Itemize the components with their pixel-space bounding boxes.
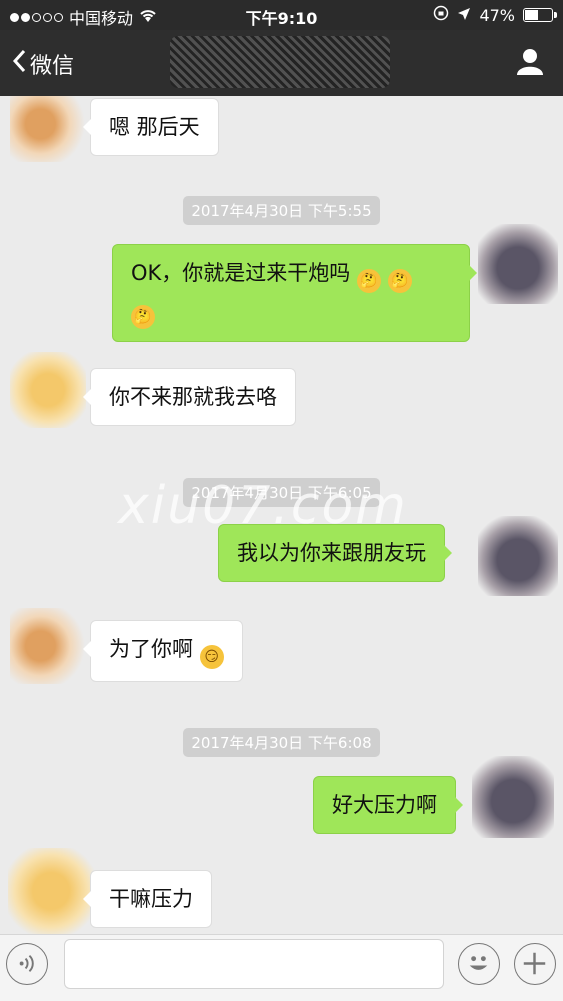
location-icon bbox=[457, 6, 471, 25]
back-chevron-icon bbox=[12, 49, 26, 79]
thinking-emoji-icon: 🤔 bbox=[131, 305, 155, 329]
battery-percent: 47% bbox=[479, 5, 515, 25]
voice-button[interactable] bbox=[6, 943, 48, 985]
message-left[interactable]: 为了你啊 😏 bbox=[83, 620, 243, 682]
message-right[interactable]: OK，你就是过来干炮吗 🤔 🤔 🤔 bbox=[112, 244, 477, 342]
emoji-button[interactable] bbox=[458, 943, 500, 985]
battery-icon bbox=[523, 8, 557, 22]
contact-avatar[interactable] bbox=[8, 848, 94, 934]
message-text: OK，你就是过来干炮吗 bbox=[131, 261, 351, 285]
nav-bar: 微信 bbox=[0, 30, 563, 96]
thinking-emoji-icon: 🤔 bbox=[357, 269, 381, 293]
profile-icon bbox=[515, 49, 545, 80]
self-avatar[interactable] bbox=[478, 516, 558, 596]
self-avatar[interactable] bbox=[478, 224, 558, 304]
watermark: xiu07.com bbox=[118, 476, 408, 536]
contact-name-redacted bbox=[170, 36, 390, 88]
plus-icon bbox=[515, 952, 554, 987]
chat-area[interactable]: 嗯 那后天 2017年4月30日 下午5:55 OK，你就是过来干炮吗 🤔 🤔 … bbox=[0, 96, 563, 934]
thinking-emoji-icon: 🤔 bbox=[387, 269, 412, 293]
message-left[interactable]: 干嘛压力 bbox=[83, 870, 212, 928]
status-bar: 中国移动 下午9:10 47% bbox=[0, 0, 563, 30]
message-left[interactable]: 你不来那就我去咯 bbox=[83, 368, 296, 426]
timestamp: 2017年4月30日 下午6:08 bbox=[0, 728, 563, 757]
contact-avatar[interactable] bbox=[10, 608, 86, 684]
message-right[interactable]: 好大压力啊 bbox=[313, 776, 463, 834]
more-button[interactable] bbox=[514, 943, 556, 985]
message-input[interactable] bbox=[64, 939, 444, 989]
contact-avatar[interactable] bbox=[10, 352, 86, 428]
timestamp: 2017年4月30日 下午5:55 bbox=[0, 196, 563, 225]
back-label: 微信 bbox=[30, 54, 75, 79]
self-avatar[interactable] bbox=[472, 756, 554, 838]
smirk-emoji-icon: 😏 bbox=[199, 645, 224, 669]
voice-icon bbox=[7, 954, 46, 987]
contact-avatar[interactable] bbox=[10, 96, 86, 162]
rotation-lock-icon bbox=[433, 5, 449, 25]
message-left[interactable]: 嗯 那后天 bbox=[83, 98, 219, 156]
input-bar bbox=[0, 934, 563, 1001]
message-text: 为了你啊 bbox=[109, 637, 193, 661]
status-right: 47% bbox=[433, 5, 557, 25]
profile-button[interactable] bbox=[515, 46, 545, 80]
smile-icon bbox=[459, 956, 498, 987]
back-button[interactable]: 微信 bbox=[12, 48, 74, 80]
